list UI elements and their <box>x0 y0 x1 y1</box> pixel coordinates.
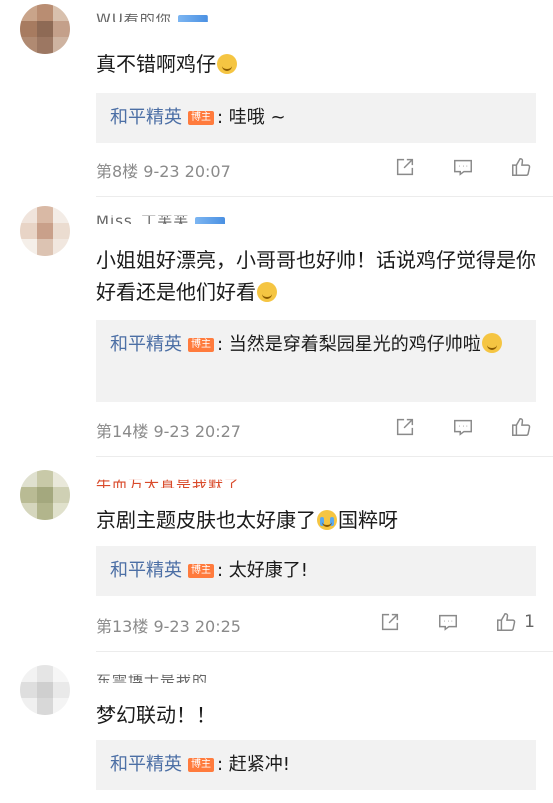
share-icon[interactable] <box>378 610 402 634</box>
comment-actions <box>359 415 533 439</box>
username[interactable]: Miss_丁芙芙 <box>96 216 226 224</box>
doge-emoji-icon <box>481 333 502 353</box>
username[interactable]: WU看的你 <box>96 14 208 22</box>
author-badge: 博主 <box>188 564 214 578</box>
like-count: 1 <box>524 612 535 632</box>
thumbs-up-icon[interactable] <box>509 415 533 439</box>
comment-text: 小姐姐好漂亮，小哥哥也好帅！话说鸡仔觉得是你好看还是他们好看 <box>96 248 536 304</box>
comment-actions <box>359 155 533 179</box>
thumbs-up-icon[interactable] <box>494 610 518 634</box>
comment-icon[interactable] <box>436 610 460 634</box>
comment-icon[interactable] <box>451 415 475 439</box>
comment-item: 东雲博士是我的 梦幻联动！！ 和平精英 博主: 赶紧冲! <box>0 655 553 803</box>
username[interactable]: 牛而万大真是我默了 <box>96 480 240 488</box>
reply-author[interactable]: 和平精英 <box>110 107 182 128</box>
comment-actions: 1 <box>344 610 535 634</box>
author-badge: 博主 <box>188 338 214 352</box>
comment-meta: 第14楼 9-23 20:27 <box>96 422 241 441</box>
verified-badge <box>195 216 226 224</box>
avatar[interactable] <box>20 665 70 715</box>
author-badge: 博主 <box>188 111 214 125</box>
doge-emoji-icon <box>257 282 277 302</box>
author-badge: 博主 <box>188 758 214 772</box>
username[interactable]: 东雲博士是我的 <box>96 675 208 683</box>
comment-item: WU看的你 真不错啊鸡仔 和平精英 博主: 哇哦 ~ 第8楼 9-23 20:07 <box>0 0 553 200</box>
avatar[interactable] <box>20 470 70 520</box>
reply-text: : 太好康了! <box>217 560 309 581</box>
share-icon[interactable] <box>393 415 417 439</box>
reply-author[interactable]: 和平精英 <box>110 560 182 581</box>
reply-text: : 哇哦 ~ <box>217 107 286 128</box>
reply-author[interactable]: 和平精英 <box>110 334 182 355</box>
divider <box>96 196 553 197</box>
thumbs-up-icon[interactable] <box>509 155 533 179</box>
avatar[interactable] <box>20 206 70 256</box>
comment-text: 梦幻联动！！ <box>96 703 216 727</box>
crying-emoji-icon <box>317 510 337 530</box>
share-icon[interactable] <box>393 155 417 179</box>
reply-box[interactable]: 和平精英 博主: 太好康了! <box>96 546 536 596</box>
avatar[interactable] <box>20 4 70 54</box>
comment-text: 京剧主题皮肤也太好康了 国粹呀 <box>96 508 398 532</box>
comment-meta: 第8楼 9-23 20:07 <box>96 162 231 181</box>
reply-text: : 当然是穿着梨园星光的鸡仔帅啦 <box>217 334 481 355</box>
verified-badge <box>177 14 208 22</box>
divider <box>96 456 553 457</box>
comment-meta: 第13楼 9-23 20:25 <box>96 617 241 636</box>
reply-box[interactable]: 和平精英 博主: 赶紧冲! <box>96 740 536 790</box>
reply-text: : 赶紧冲! <box>217 754 291 775</box>
reply-box[interactable]: 和平精英 博主: 哇哦 ~ <box>96 93 536 143</box>
comment-icon[interactable] <box>451 155 475 179</box>
comment-item: 牛而万大真是我默了 京剧主题皮肤也太好康了 国粹呀 和平精英 博主: 太好康了! 第… <box>0 460 553 655</box>
reply-author[interactable]: 和平精英 <box>110 754 182 775</box>
divider <box>96 651 553 652</box>
comment-text: 真不错啊鸡仔 <box>96 48 536 80</box>
doge-emoji-icon <box>217 54 237 74</box>
reply-box[interactable]: 和平精英 博主: 当然是穿着梨园星光的鸡仔帅啦 <box>96 320 536 402</box>
comment-item: Miss_丁芙芙 小姐姐好漂亮，小哥哥也好帅！话说鸡仔觉得是你好看还是他们好看 … <box>0 200 553 460</box>
